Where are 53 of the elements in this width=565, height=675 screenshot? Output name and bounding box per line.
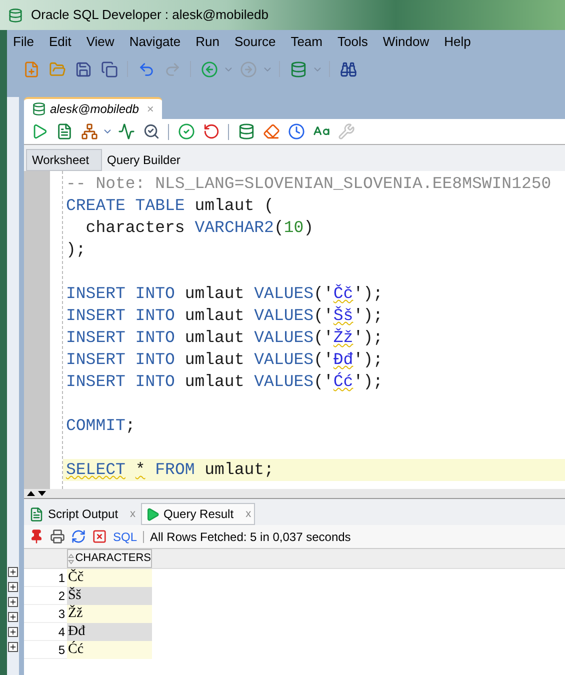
script-icon xyxy=(29,506,44,522)
code-line: SELECT * FROM umlaut; xyxy=(66,460,274,479)
code-line: -- Note: NLS_LANG=SLOVENIAN_SLOVENIA.EE8MSWIN1250 xyxy=(66,174,552,193)
sort-icon[interactable] xyxy=(68,552,74,566)
expand-icon[interactable] xyxy=(8,597,18,607)
expand-icon[interactable] xyxy=(8,582,18,592)
tab-label: alesk@mobiledb xyxy=(50,101,139,118)
expand-icon[interactable] xyxy=(8,642,18,652)
collapse-arrows-icon[interactable] xyxy=(26,490,48,497)
menu-item[interactable]: Tools xyxy=(337,32,368,52)
code-line: INSERT INTO umlaut VALUES('Žž'); xyxy=(66,328,383,347)
document-tab[interactable]: alesk@mobiledb × xyxy=(24,97,162,119)
table-cell: Đđ xyxy=(67,623,152,641)
code-line: INSERT INTO umlaut VALUES('Šš'); xyxy=(66,306,383,325)
menu-item[interactable]: Run xyxy=(196,32,220,52)
menu-item[interactable]: Navigate xyxy=(129,32,181,52)
menu-item[interactable]: Help xyxy=(444,32,471,52)
result-tab[interactable]: Script Output x xyxy=(26,503,139,525)
run-icon xyxy=(144,506,160,522)
menu-item[interactable]: Source xyxy=(234,32,276,52)
sql-link[interactable]: SQL xyxy=(113,528,138,546)
code-line: characters VARCHAR2(10) xyxy=(84,218,314,237)
database-icon xyxy=(32,102,46,116)
refresh-icon[interactable] xyxy=(71,529,86,544)
worksheet-tab[interactable]: Query Builder xyxy=(102,149,186,171)
worksheet-tab[interactable]: Worksheet xyxy=(26,149,102,171)
menu-item[interactable]: File xyxy=(13,32,34,52)
menu-item[interactable]: Window xyxy=(382,32,430,52)
code-line: CREATE TABLE umlaut ( xyxy=(66,196,274,215)
code-line: ); xyxy=(66,240,86,259)
window-title: Oracle SQL Developer : alesk@mobiledb xyxy=(31,6,268,24)
code-line: INSERT INTO umlaut VALUES('Đđ'); xyxy=(66,350,383,369)
code-line: COMMIT; xyxy=(66,416,136,435)
code-line: INSERT INTO umlaut VALUES('Ćć'); xyxy=(66,372,383,391)
column-header[interactable]: CHARACTERS xyxy=(67,549,152,568)
table-cell: Ćć xyxy=(67,641,152,659)
expand-icon[interactable] xyxy=(8,627,18,637)
code-editor[interactable] xyxy=(24,171,565,489)
expand-icon[interactable] xyxy=(8,612,18,622)
menu-item[interactable]: Team xyxy=(290,32,322,52)
menu-item[interactable]: Edit xyxy=(48,32,72,52)
app-icon xyxy=(8,8,23,22)
menu-item[interactable]: View xyxy=(86,32,114,52)
table-cell: Žž xyxy=(67,605,152,623)
code-line: INSERT INTO umlaut VALUES('Čč'); xyxy=(66,284,383,303)
table-cell: Šš xyxy=(67,587,152,605)
delete-icon[interactable] xyxy=(92,529,107,544)
pin-icon[interactable] xyxy=(29,529,44,544)
table-cell: Čč xyxy=(67,569,152,587)
status-text: All Rows Fetched: 5 in 0,037 seconds xyxy=(150,528,351,546)
result-tab[interactable]: Query Result x xyxy=(140,503,256,525)
expand-icon[interactable] xyxy=(8,567,18,577)
printer-icon[interactable] xyxy=(50,529,65,544)
